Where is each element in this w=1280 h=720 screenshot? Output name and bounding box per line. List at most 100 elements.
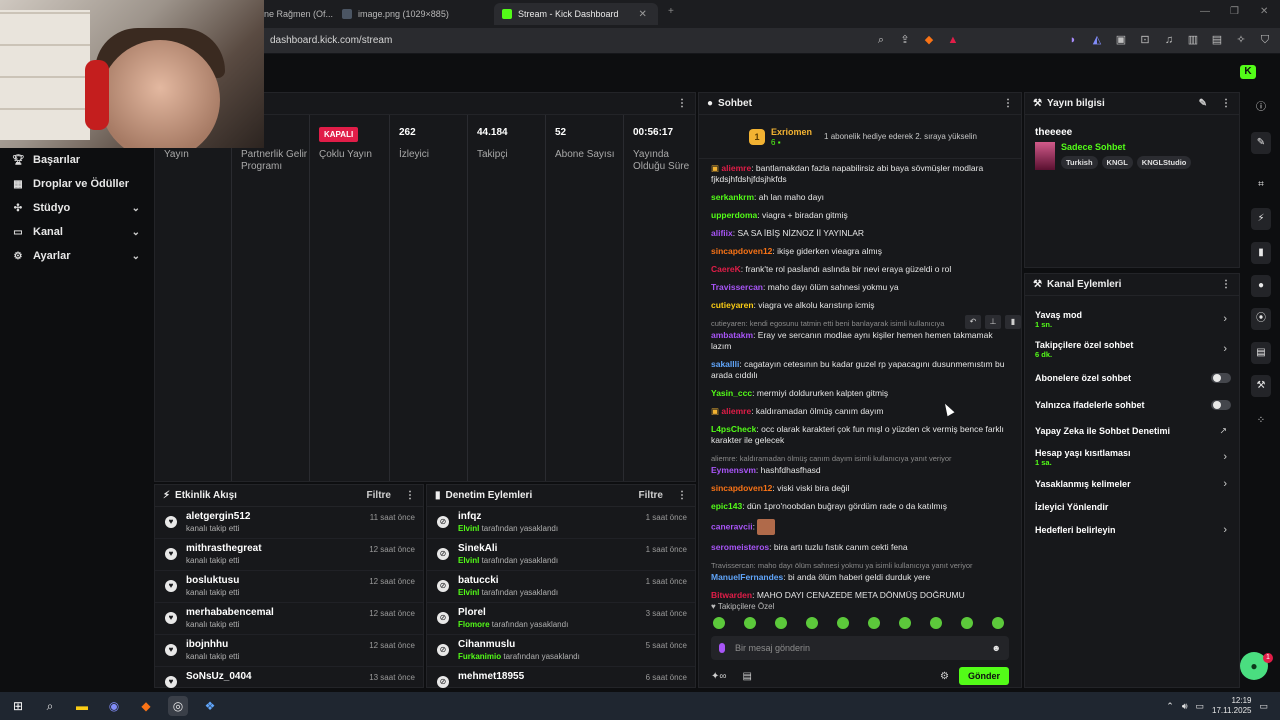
chat-widget-icon[interactable]: ● (1251, 275, 1271, 297)
extension-icon[interactable]: ◭ (1090, 33, 1104, 47)
chat-username[interactable]: alifiix (711, 228, 733, 238)
action-host-viewers[interactable]: İzleyici Yönlendir (1025, 496, 1239, 518)
filter-button[interactable]: Filtre (367, 490, 391, 501)
activity-user[interactable]: mithrasthegreat (186, 543, 369, 554)
chat-username[interactable]: ambatakm (711, 330, 753, 340)
sidebar-item-achievements[interactable]: 🏆︎ Başarılar (0, 148, 154, 172)
activity-user[interactable]: merhababencemal (186, 607, 369, 618)
obs-icon[interactable]: ◎ (168, 696, 188, 716)
stream-info-widget-icon[interactable]: ▤ (1251, 342, 1271, 364)
emote-icon[interactable] (744, 617, 756, 629)
edit-icon[interactable]: ✎ (1199, 98, 1207, 109)
activity-user[interactable]: ibojnhhu (186, 639, 369, 650)
emote-icon[interactable] (899, 617, 911, 629)
moderated-user[interactable]: infqz (458, 511, 646, 522)
edit-widget-icon[interactable]: ✎ (1251, 132, 1271, 154)
stream-tag[interactable]: Turkish (1061, 156, 1098, 169)
moderated-user[interactable]: SinekAli (458, 543, 646, 554)
extension-icon[interactable]: ◗ (1066, 33, 1080, 47)
lightning-widget-icon[interactable]: ⚡︎ (1251, 208, 1271, 230)
chat-username[interactable]: sincapdoven12 (711, 246, 772, 256)
chat-username[interactable]: serkankrm (711, 192, 754, 202)
reply-icon[interactable]: ↶ (965, 315, 981, 329)
moderator-name[interactable]: Elvinl (458, 588, 479, 597)
moderator-name[interactable]: Flomore (458, 620, 490, 629)
chevron-up-icon[interactable]: ⌃ (1166, 701, 1174, 712)
category-name[interactable]: Sadece Sohbet (1061, 142, 1191, 152)
music-icon[interactable]: ♫ (1162, 33, 1176, 47)
brave-icon[interactable]: ◆ (136, 696, 156, 716)
restore-icon[interactable]: ❐ (1230, 6, 1239, 17)
notifications-icon[interactable]: ▭ (1259, 701, 1268, 712)
clock-time[interactable]: 12:19 (1212, 696, 1251, 706)
settings-icon[interactable]: ⚙ (940, 671, 949, 682)
new-tab-icon[interactable]: + (668, 6, 674, 17)
emote-icon[interactable] (868, 617, 880, 629)
chat-username[interactable]: aliemre (721, 163, 751, 173)
emote-icon[interactable] (930, 617, 942, 629)
action-slow-mode[interactable]: Yavaş mod 1 sn. › (1025, 304, 1239, 334)
chat-username[interactable]: epic143 (711, 501, 742, 511)
chat-username[interactable]: Yasin_ccc (711, 388, 752, 398)
app-icon[interactable]: ❖ (200, 696, 220, 716)
volume-icon[interactable]: 🔊︎ (1182, 701, 1188, 712)
activity-user[interactable]: bosluktusu (186, 575, 369, 586)
action-account-age[interactable]: Hesap yaşı kısıtlaması 1 sa. › (1025, 443, 1239, 471)
moderated-user[interactable]: mehmet18955 (458, 671, 646, 682)
filter-button[interactable]: Filtre (639, 490, 663, 501)
vpn-icon[interactable]: ⛉ (1258, 33, 1272, 47)
action-set-goals[interactable]: Hedefleri belirleyin › (1025, 518, 1239, 542)
activity-user[interactable]: aletgergin512 (186, 511, 370, 522)
chat-username[interactable]: upperdoma (711, 210, 757, 220)
more-options-icon[interactable]: ⋮ (1221, 279, 1231, 290)
discord-icon[interactable]: ◉ (104, 696, 124, 716)
action-followers-only[interactable]: Takipçilere özel sohbet 6 dk. › (1025, 334, 1239, 364)
brave-rewards-icon[interactable]: ▲ (946, 33, 960, 47)
chat-username[interactable]: Travissercan (711, 282, 763, 292)
leo-ai-icon[interactable]: ✧ (1234, 33, 1248, 47)
chat-username[interactable]: Eymensvm (711, 465, 756, 475)
chat-username[interactable]: caneravcii (711, 521, 753, 531)
stream-tag[interactable]: KNGL (1101, 156, 1133, 169)
moderator-name[interactable]: Elvinl (458, 524, 479, 533)
network-icon[interactable]: ▭ (1196, 701, 1205, 712)
more-options-icon[interactable]: ⋮ (677, 490, 687, 501)
sidebar-item-settings[interactable]: ⚙ Ayarlar ⌄ (0, 244, 154, 268)
emote-icon[interactable] (713, 617, 725, 629)
sidebar-icon[interactable]: ▥ (1186, 33, 1200, 47)
close-icon[interactable]: ✕ (639, 9, 647, 20)
chat-username[interactable]: seromeisteros (711, 542, 769, 552)
extension-icon[interactable]: ▣ (1114, 33, 1128, 47)
emote-icon[interactable] (992, 617, 1004, 629)
activity-user[interactable]: SoNsUz_0404 (186, 671, 369, 682)
emoji-icon[interactable]: ☻ (992, 643, 1001, 653)
category-thumbnail[interactable] (1035, 142, 1055, 170)
action-banned-words[interactable]: Yasaklanmış kelimeler › (1025, 471, 1239, 496)
emote-icon[interactable] (837, 617, 849, 629)
sidebar-item-drops[interactable]: ▦ Droplar ve Ödüller (0, 172, 154, 196)
moderator-name[interactable]: Furkanimio (458, 652, 501, 661)
search-icon[interactable]: ⌕ (40, 696, 60, 716)
emote-icon[interactable] (775, 617, 787, 629)
more-options-icon[interactable]: ⋮ (677, 98, 687, 109)
browser-tab[interactable]: image.png (1029×885) (334, 3, 457, 25)
sidebar-item-studio[interactable]: ✣ Stüdyo ⌄ (0, 196, 154, 220)
minimize-icon[interactable]: — (1200, 6, 1210, 17)
pin-icon[interactable]: ⊥ (985, 315, 1001, 329)
stream-tag[interactable]: KNGLStudio (1136, 156, 1192, 169)
more-options-icon[interactable]: ⋮ (1221, 98, 1231, 109)
points-icon[interactable]: ✦∞ (711, 671, 727, 682)
crop-icon[interactable]: ⌗ (1251, 174, 1271, 196)
url-field[interactable]: dashboard.kick.com/stream (270, 35, 392, 46)
brave-shield-icon[interactable]: ◆ (922, 33, 936, 47)
stat-multistream[interactable]: KAPALI Çoklu Yayın (310, 115, 390, 481)
broadcast-widget-icon[interactable]: ⦿ (1251, 308, 1271, 330)
window-close-icon[interactable]: ✕ (1260, 6, 1268, 17)
moderator-name[interactable]: Elvinl (458, 556, 479, 565)
chat-username[interactable]: L4psCheck (711, 424, 756, 434)
browser-tab-active[interactable]: Stream - Kick Dashboard ✕ (494, 3, 658, 25)
emote-icon[interactable] (961, 617, 973, 629)
store-icon[interactable]: ▤ (743, 671, 752, 682)
file-explorer-icon[interactable]: ▬ (72, 696, 92, 716)
kick-logo-icon[interactable]: K (1240, 65, 1256, 79)
